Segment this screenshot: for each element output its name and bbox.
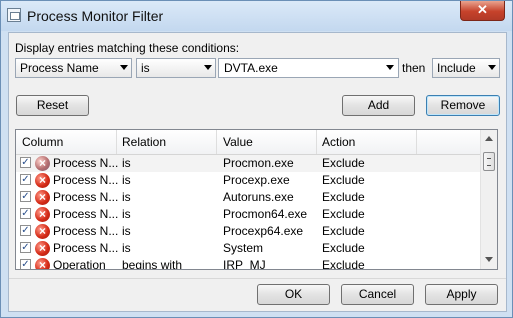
action-select[interactable]: Include — [432, 58, 500, 78]
add-button[interactable]: Add — [342, 95, 415, 116]
scroll-up-icon[interactable] — [485, 136, 493, 141]
table-row[interactable]: ✓ × Process N... is Procexp64.exe Exclud… — [16, 223, 480, 240]
rule-enabled-checkbox[interactable]: ✓ — [20, 242, 31, 253]
remove-button[interactable]: Remove — [426, 95, 500, 116]
cancel-button[interactable]: Cancel — [341, 284, 414, 305]
footer-divider — [9, 278, 506, 279]
table-row[interactable]: ✓ × Process N... is Procmon64.exe Exclud… — [16, 206, 480, 223]
exclude-icon: × — [35, 224, 50, 239]
window-title: Process Monitor Filter — [27, 8, 164, 24]
close-button[interactable]: ✕ — [460, 1, 505, 21]
conditions-label: Display entries matching these condition… — [15, 41, 240, 55]
table-header: Column Relation Value Action — [16, 130, 480, 155]
table-row[interactable]: ✓ × Process N... is System Exclude — [16, 240, 480, 257]
then-label: then — [402, 61, 426, 75]
scroll-down-icon[interactable] — [485, 257, 493, 262]
exclude-icon: × — [35, 190, 50, 205]
exclude-icon: × — [35, 258, 50, 269]
window-icon — [7, 8, 21, 22]
process-monitor-filter-dialog: Process Monitor Filter ✕ Display entries… — [0, 0, 513, 318]
reset-button[interactable]: Reset — [16, 95, 89, 116]
relation-select-value: is — [141, 61, 150, 75]
scroll-thumb[interactable] — [483, 152, 495, 171]
dialog-content: Display entries matching these condition… — [8, 32, 507, 312]
column-select-value: Process Name — [20, 61, 99, 75]
table-row[interactable]: ✓ × Process N... is Autoruns.exe Exclude — [16, 189, 480, 206]
value-combobox-text: DVTA.exe — [224, 61, 278, 75]
exclude-icon: × — [35, 241, 50, 256]
value-header[interactable]: Value — [223, 135, 253, 149]
exclude-icon: × — [35, 173, 50, 188]
rule-enabled-checkbox[interactable]: ✓ — [20, 225, 31, 236]
rule-enabled-checkbox[interactable]: ✓ — [20, 191, 31, 202]
exclude-icon: × — [35, 156, 50, 171]
action-select-value: Include — [437, 61, 476, 75]
column-select[interactable]: Process Name — [15, 58, 132, 78]
rule-enabled-checkbox[interactable]: ✓ — [20, 208, 31, 219]
vertical-scrollbar[interactable] — [480, 130, 497, 269]
ok-button[interactable]: OK — [257, 284, 330, 305]
chevron-down-icon — [488, 65, 496, 70]
chevron-down-icon — [204, 65, 212, 70]
chevron-down-icon — [386, 65, 394, 70]
rule-enabled-checkbox[interactable]: ✓ — [20, 259, 31, 269]
rule-enabled-checkbox[interactable]: ✓ — [20, 174, 31, 185]
chevron-down-icon — [120, 65, 128, 70]
column-header[interactable]: Column — [22, 135, 63, 149]
title-bar: Process Monitor Filter ✕ — [1, 1, 512, 31]
action-header[interactable]: Action — [322, 135, 355, 149]
table-row[interactable]: ✓ × Operation begins with IRP_MJ_ Exclud… — [16, 257, 480, 269]
table-row[interactable]: ✓ × Process N... is Procexp.exe Exclude — [16, 172, 480, 189]
filter-list[interactable]: Column Relation Value Action ✓ × Process… — [15, 129, 498, 270]
apply-button[interactable]: Apply — [425, 284, 498, 305]
value-combobox[interactable]: DVTA.exe — [218, 58, 399, 78]
exclude-icon: × — [35, 207, 50, 222]
relation-select[interactable]: is — [136, 58, 216, 78]
relation-header[interactable]: Relation — [122, 135, 166, 149]
table-row[interactable]: ✓ × Process N... is Procmon.exe Exclude — [16, 155, 480, 172]
rule-enabled-checkbox[interactable]: ✓ — [20, 157, 31, 168]
